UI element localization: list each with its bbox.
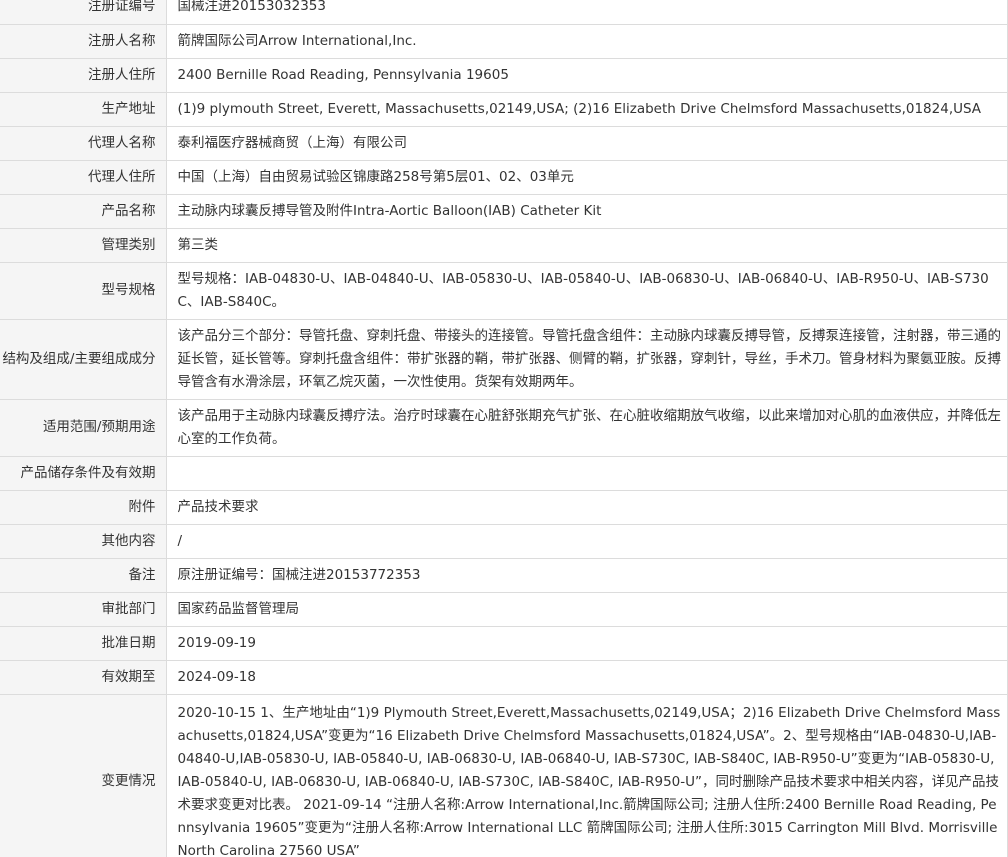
row-label: 审批部门 [0,592,167,627]
row-label: 管理类别 [0,228,167,263]
table-row: 产品名称 主动脉内球囊反搏导管及附件Intra-Aortic Balloon(I… [0,194,1008,229]
table-row: 生产地址 (1)9 plymouth Street, Everett, Mass… [0,92,1008,127]
table-row: 备注 原注册证编号：国械注进20153772353 [0,558,1008,593]
row-label: 适用范围/预期用途 [0,399,167,457]
table-row: 变更情况 2020-10-15 1、生产地址由“1)9 Plymouth Str… [0,694,1008,857]
table-row: 审批部门 国家药品监督管理局 [0,592,1008,627]
table-row: 型号规格 型号规格：IAB-04830-U、IAB-04840-U、IAB-05… [0,262,1008,320]
row-value: 该产品用于主动脉内球囊反搏疗法。治疗时球囊在心脏舒张期充气扩张、在心脏收缩期放气… [166,399,1008,457]
table-row: 有效期至 2024-09-18 [0,660,1008,695]
row-value: 2024-09-18 [166,660,1008,695]
row-value: 主动脉内球囊反搏导管及附件Intra-Aortic Balloon(IAB) C… [166,194,1008,229]
row-value: 国械注进20153032353 [166,0,1008,25]
row-label: 备注 [0,558,167,593]
table-row: 注册人名称 箭牌国际公司Arrow International,Inc. [0,24,1008,59]
row-label: 有效期至 [0,660,167,695]
row-value [166,456,1008,491]
row-label: 型号规格 [0,262,167,320]
row-value: / [166,524,1008,559]
row-value: 2019-09-19 [166,626,1008,661]
row-value: 2400 Bernille Road Reading, Pennsylvania… [166,58,1008,93]
row-label: 批准日期 [0,626,167,661]
row-label: 代理人住所 [0,160,167,195]
registration-detail-table: 注册证编号 国械注进20153032353 注册人名称 箭牌国际公司Arrow … [0,0,1008,857]
table-row: 代理人名称 泰利福医疗器械商贸（上海）有限公司 [0,126,1008,161]
row-value: 2020-10-15 1、生产地址由“1)9 Plymouth Street,E… [166,694,1008,857]
row-label: 其他内容 [0,524,167,559]
row-label: 注册人住所 [0,58,167,93]
row-label: 生产地址 [0,92,167,127]
row-value: 箭牌国际公司Arrow International,Inc. [166,24,1008,59]
table-row: 注册证编号 国械注进20153032353 [0,0,1008,25]
row-value: 中国（上海）自由贸易试验区锦康路258号第5层01、02、03单元 [166,160,1008,195]
row-value: 泰利福医疗器械商贸（上海）有限公司 [166,126,1008,161]
table-row: 产品储存条件及有效期 [0,456,1008,491]
row-label: 产品名称 [0,194,167,229]
row-value: 型号规格：IAB-04830-U、IAB-04840-U、IAB-05830-U… [166,262,1008,320]
row-label: 变更情况 [0,694,167,857]
table-row: 管理类别 第三类 [0,228,1008,263]
row-value: 国家药品监督管理局 [166,592,1008,627]
table-row: 其他内容 / [0,524,1008,559]
row-label: 附件 [0,490,167,525]
row-label: 注册人名称 [0,24,167,59]
table-row: 注册人住所 2400 Bernille Road Reading, Pennsy… [0,58,1008,93]
row-value: 原注册证编号：国械注进20153772353 [166,558,1008,593]
table-row: 代理人住所 中国（上海）自由贸易试验区锦康路258号第5层01、02、03单元 [0,160,1008,195]
row-label: 注册证编号 [0,0,167,25]
row-label: 代理人名称 [0,126,167,161]
registration-detail-sheet: 注册证编号 国械注进20153032353 注册人名称 箭牌国际公司Arrow … [0,0,1008,857]
row-label: 结构及组成/主要组成成分 [0,319,167,400]
table-row: 附件 产品技术要求 [0,490,1008,525]
table-row: 结构及组成/主要组成成分 该产品分三个部分：导管托盘、穿刺托盘、带接头的连接管。… [0,319,1008,400]
row-value: 产品技术要求 [166,490,1008,525]
table-row: 批准日期 2019-09-19 [0,626,1008,661]
table-row: 适用范围/预期用途 该产品用于主动脉内球囊反搏疗法。治疗时球囊在心脏舒张期充气扩… [0,399,1008,457]
row-label: 产品储存条件及有效期 [0,456,167,491]
row-value: 该产品分三个部分：导管托盘、穿刺托盘、带接头的连接管。导管托盘含组件：主动脉内球… [166,319,1008,400]
row-value: (1)9 plymouth Street, Everett, Massachus… [166,92,1008,127]
row-value: 第三类 [166,228,1008,263]
